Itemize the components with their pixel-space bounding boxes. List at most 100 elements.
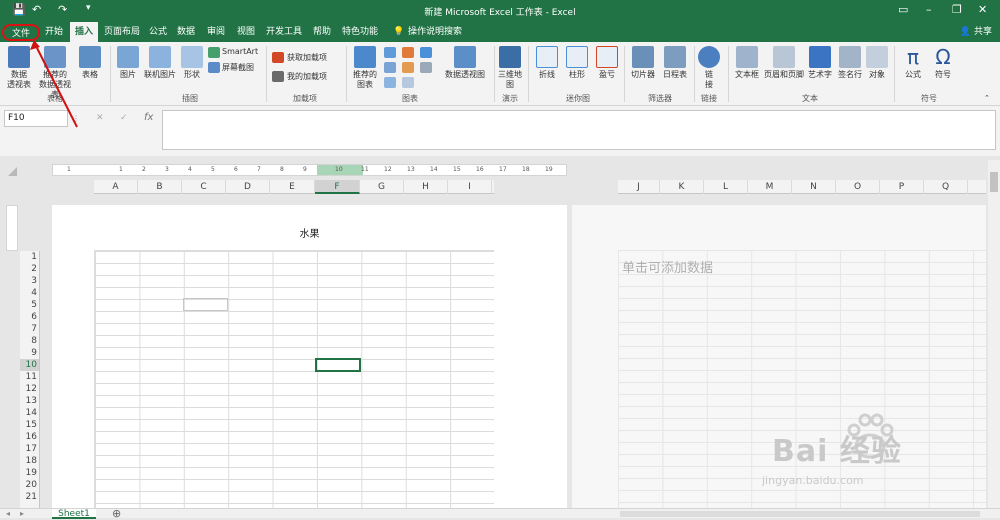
cell-grid-page2[interactable] [618, 250, 986, 508]
line-chart-icon[interactable] [420, 47, 432, 58]
cancel-icon[interactable]: ✕ [96, 113, 104, 123]
textbox-button[interactable]: 文本框 [732, 46, 762, 80]
tab-file[interactable]: 文件 [2, 24, 40, 41]
page-header[interactable]: 水果 [52, 225, 567, 240]
active-cell-f10[interactable] [315, 358, 361, 372]
smartart-button[interactable]: SmartArt [222, 47, 258, 56]
column-header[interactable]: E [270, 180, 315, 194]
add-sheet-icon[interactable]: ⊕ [112, 507, 121, 520]
column-header[interactable]: G [360, 180, 404, 194]
hierarchy-chart-icon[interactable] [402, 47, 414, 58]
row-header[interactable]: 9 [20, 347, 39, 359]
recommended-pivottable-button[interactable]: 推荐的 数据透视表 [36, 46, 74, 100]
column-header[interactable]: C [182, 180, 226, 194]
hover-cell[interactable] [183, 298, 228, 311]
close-icon[interactable]: ✕ [978, 3, 987, 16]
object-button[interactable]: 对象 [866, 46, 888, 80]
tab-insert[interactable]: 插入 [70, 22, 98, 42]
pivotchart-button[interactable]: 数据透视图 [442, 46, 488, 80]
tab-help[interactable]: 帮助 [310, 22, 334, 42]
name-box[interactable]: F10 [4, 110, 68, 127]
column-header[interactable]: M [748, 180, 792, 194]
formula-input[interactable] [162, 110, 996, 150]
link-button[interactable]: 链 接 [698, 46, 720, 90]
row-header[interactable]: 2 [20, 263, 39, 275]
horizontal-scrollbar[interactable] [620, 511, 980, 517]
waterfall-chart-icon[interactable] [402, 77, 414, 88]
row-header[interactable]: 12 [20, 383, 39, 395]
column-chart-icon[interactable] [384, 47, 396, 58]
row-header[interactable]: 18 [20, 455, 39, 467]
header-footer-button[interactable]: 页眉和页脚 [764, 46, 804, 80]
tab-page-layout[interactable]: 页面布局 [102, 22, 142, 42]
sheet-nav-next-icon[interactable]: ▸ [20, 509, 24, 518]
enter-icon[interactable]: ✓ [120, 113, 128, 123]
insert-function-icon[interactable]: fx [144, 112, 153, 123]
sparkline-winloss-button[interactable]: 盈亏 [594, 46, 620, 80]
add-data-hint[interactable]: 单击可添加数据 [622, 257, 713, 276]
column-header[interactable]: L [704, 180, 748, 194]
collapse-ribbon-icon[interactable]: ⌃ [984, 94, 990, 102]
equation-button[interactable]: π 公式 [900, 46, 926, 80]
column-header-selected[interactable]: F [315, 180, 360, 194]
wordart-button[interactable]: 艺术字 [806, 46, 834, 80]
tab-special[interactable]: 特色功能 [340, 22, 380, 42]
tab-review[interactable]: 审阅 [204, 22, 228, 42]
tab-developer[interactable]: 开发工具 [264, 22, 304, 42]
tab-formulas[interactable]: 公式 [146, 22, 170, 42]
sheet-nav-prev-icon[interactable]: ◂ [6, 509, 10, 518]
tab-data[interactable]: 数据 [174, 22, 198, 42]
online-pictures-button[interactable]: 联机图片 [142, 46, 178, 80]
row-header[interactable]: 6 [20, 311, 39, 323]
3d-map-button[interactable]: 三维地 图 [498, 46, 522, 90]
statistic-chart-icon[interactable] [384, 62, 396, 73]
column-header[interactable]: P [880, 180, 924, 194]
column-header[interactable]: Q [924, 180, 968, 194]
row-header[interactable]: 3 [20, 275, 39, 287]
share-button[interactable]: 👤 共享 [960, 22, 992, 42]
slicer-button[interactable]: 切片器 [628, 46, 658, 80]
screenshot-button[interactable]: 屏幕截图 [222, 62, 254, 73]
row-header[interactable]: 20 [20, 479, 39, 491]
table-button[interactable]: 表格 [76, 46, 104, 80]
row-header[interactable]: 4 [20, 287, 39, 299]
minimize-icon[interactable]: – [926, 3, 932, 16]
pivottable-button[interactable]: 数据 透视表 [4, 46, 34, 90]
column-header[interactable]: O [836, 180, 880, 194]
row-header[interactable]: 16 [20, 431, 39, 443]
pie-chart-icon[interactable] [402, 62, 414, 73]
timeline-button[interactable]: 日程表 [660, 46, 690, 80]
tell-me-search[interactable]: 操作说明搜索 [408, 22, 462, 42]
row-header[interactable]: 15 [20, 419, 39, 431]
row-header-selected[interactable]: 10 [20, 359, 39, 371]
combo-chart-icon[interactable] [420, 62, 432, 73]
shapes-button[interactable]: 形状 [180, 46, 204, 80]
vertical-scrollbar[interactable] [988, 160, 1000, 508]
row-header[interactable]: 13 [20, 395, 39, 407]
column-header[interactable]: N [792, 180, 836, 194]
signature-line-button[interactable]: 签名行 [836, 46, 864, 80]
symbol-button[interactable]: Ω 符号 [930, 46, 956, 80]
column-header[interactable]: I [448, 180, 492, 194]
row-header[interactable]: 5 [20, 299, 39, 311]
row-header[interactable]: 8 [20, 335, 39, 347]
sparkline-line-button[interactable]: 折线 [534, 46, 560, 80]
select-all-corner[interactable] [8, 167, 17, 176]
tab-home[interactable]: 开始 [42, 22, 66, 42]
row-header[interactable]: 7 [20, 323, 39, 335]
ribbon-display-icon[interactable]: ▭ [898, 3, 908, 16]
pictures-button[interactable]: 图片 [114, 46, 142, 80]
cell-grid[interactable] [94, 250, 494, 508]
row-header[interactable]: 14 [20, 407, 39, 419]
tab-view[interactable]: 视图 [234, 22, 258, 42]
row-header[interactable]: 17 [20, 443, 39, 455]
restore-icon[interactable]: ❐ [952, 3, 962, 16]
get-addins-button[interactable]: 获取加载项 [287, 52, 327, 63]
column-header[interactable]: K [660, 180, 704, 194]
column-header[interactable]: B [138, 180, 182, 194]
column-header[interactable]: H [404, 180, 448, 194]
row-header[interactable]: 1 [20, 251, 39, 263]
row-header[interactable]: 19 [20, 467, 39, 479]
row-header[interactable]: 11 [20, 371, 39, 383]
sparkline-column-button[interactable]: 柱形 [564, 46, 590, 80]
